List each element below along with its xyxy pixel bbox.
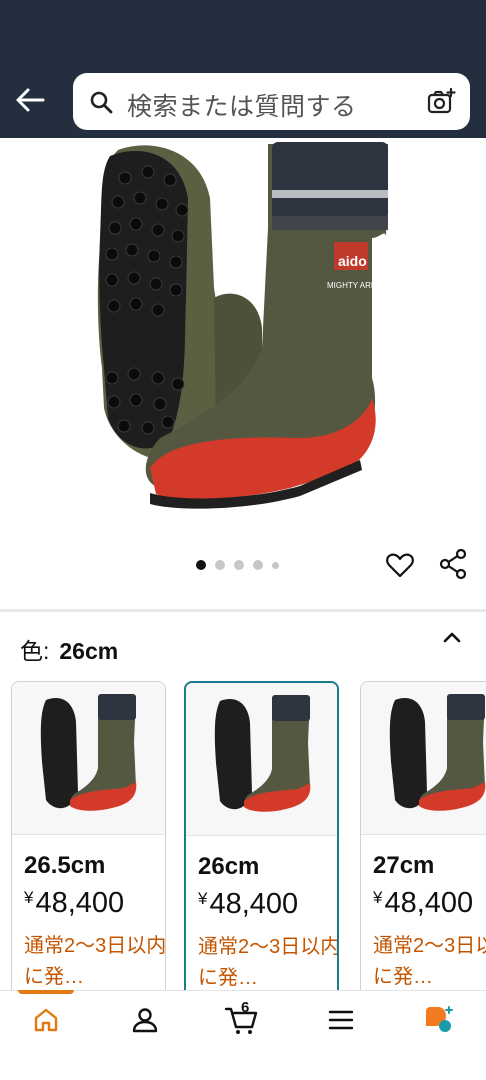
boot-thumbnail bbox=[389, 694, 486, 811]
swatch-size: 27cm bbox=[373, 852, 435, 879]
variant-swatch[interactable]: 27cm ¥48,400 通常2～3日以内に発… bbox=[360, 681, 486, 1001]
account-icon bbox=[132, 1008, 158, 1033]
back-arrow-icon bbox=[16, 88, 45, 112]
camera-search-icon[interactable] bbox=[426, 87, 456, 117]
gallery-dot[interactable] bbox=[215, 560, 225, 570]
gallery-pagination bbox=[196, 559, 279, 571]
gallery-dot[interactable] bbox=[253, 560, 263, 570]
gallery-dot[interactable] bbox=[272, 561, 279, 569]
swatch-shipping: 通常2～3日以内に発… bbox=[198, 936, 339, 989]
swatch-image bbox=[361, 682, 486, 835]
boot-thumbnail bbox=[214, 695, 311, 812]
system-nav-area bbox=[0, 1050, 486, 1080]
menu-icon bbox=[328, 1010, 354, 1030]
product-image-gallery[interactable]: aido MIGHTY ARMOUR bbox=[0, 138, 486, 558]
swatch-shipping: 通常2～3日以内に発… bbox=[373, 935, 486, 988]
search-placeholder: 検索または質問する bbox=[127, 93, 357, 121]
swatch-size: 26.5cm bbox=[24, 852, 106, 879]
share-icon bbox=[439, 548, 467, 580]
gallery-dot[interactable] bbox=[234, 560, 244, 570]
search-icon bbox=[90, 91, 113, 114]
boot-brand-text: aido bbox=[338, 253, 367, 269]
active-tab-indicator bbox=[18, 990, 74, 994]
swatch-price: ¥48,400 bbox=[198, 888, 299, 920]
swatch-shipping: 通常2～3日以内に発… bbox=[24, 935, 166, 988]
share-button[interactable] bbox=[438, 548, 468, 580]
boot-thumbnail bbox=[40, 694, 137, 811]
swatch-price: ¥48,400 bbox=[373, 887, 474, 919]
search-input[interactable]: 検索または質問する bbox=[73, 73, 470, 130]
section-divider bbox=[0, 609, 486, 612]
cart-count-badge: 6 bbox=[241, 999, 250, 1016]
variant-swatch[interactable]: 26.5cm ¥48,400 通常2～3日以内に発… bbox=[11, 681, 166, 1001]
back-button[interactable] bbox=[12, 84, 48, 116]
boot-model-text: MIGHTY ARMOUR bbox=[327, 281, 396, 290]
variant-heading: 色: 26cm bbox=[20, 632, 118, 666]
nav-account[interactable] bbox=[125, 1003, 165, 1037]
product-image: aido MIGHTY ARMOUR bbox=[97, 142, 396, 509]
variant-label: 色: bbox=[20, 638, 50, 664]
home-icon bbox=[34, 1008, 58, 1032]
rufus-icon bbox=[426, 1006, 453, 1032]
variant-swatch-selected[interactable]: 26cm ¥48,400 通常2～3日以内に発… bbox=[184, 681, 339, 1001]
status-bar bbox=[0, 0, 486, 62]
swatch-image bbox=[12, 682, 165, 835]
collapse-variants-button[interactable] bbox=[438, 624, 466, 652]
nav-menu[interactable] bbox=[321, 1003, 361, 1037]
wishlist-button[interactable] bbox=[385, 550, 415, 580]
swatch-size: 26cm bbox=[198, 853, 260, 880]
nav-rufus[interactable] bbox=[418, 1003, 458, 1037]
gallery-dot[interactable] bbox=[196, 560, 206, 570]
chevron-up-icon bbox=[443, 632, 461, 643]
swatch-price: ¥48,400 bbox=[24, 887, 125, 919]
heart-icon bbox=[386, 553, 414, 578]
variant-selected-value: 26cm bbox=[59, 638, 119, 664]
nav-home[interactable] bbox=[26, 1003, 66, 1037]
swatch-image bbox=[186, 683, 337, 836]
